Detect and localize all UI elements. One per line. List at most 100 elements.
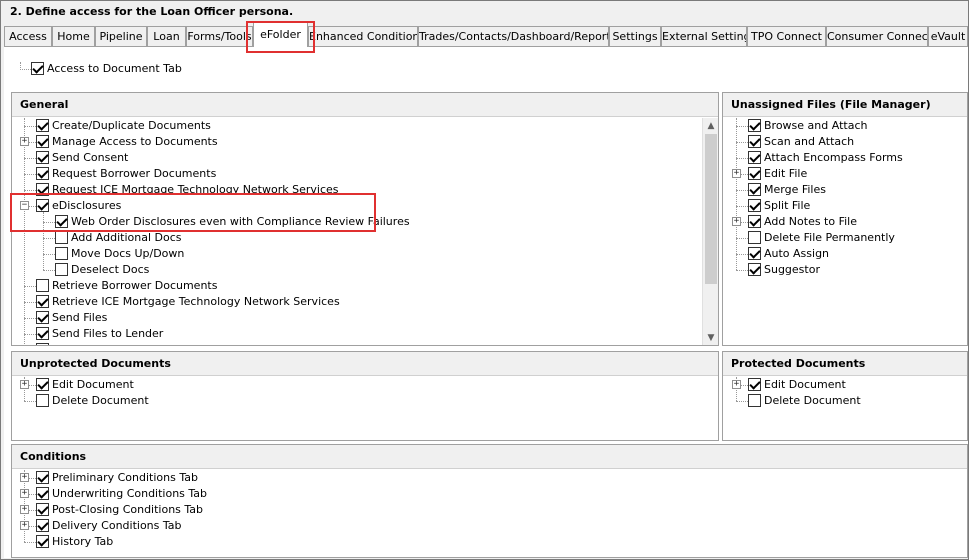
expand-icon[interactable]: + [20, 521, 29, 530]
checkbox[interactable] [36, 394, 49, 407]
unprotected-documents-panel: Unprotected Documents + Edit Document Dele… [11, 351, 719, 441]
expand-icon[interactable]: + [732, 380, 741, 389]
tree-item-label: Suggestor [764, 263, 820, 276]
conditions-tree[interactable]: + Preliminary Conditions Tab + Underwriting… [12, 470, 967, 557]
tree-connector [24, 190, 36, 191]
unassigned-files-tree[interactable]: Browse and Attach Scan and Attach Attach E… [723, 118, 967, 345]
tree-item-label: Scan and Attach [764, 135, 855, 148]
checkbox[interactable] [748, 378, 761, 391]
tree-connector [736, 270, 748, 271]
tree-item-label: Delete Document [52, 394, 149, 407]
tab-bar: Access Home Pipeline Loan Forms/Tools eFolder… [4, 22, 968, 47]
edisclosures-highlight [10, 193, 376, 232]
expand-icon[interactable]: + [20, 489, 29, 498]
tree-connector [20, 69, 31, 70]
tab-external-settings[interactable]: External Settings [661, 26, 747, 46]
tree-item-label: Merge Files [764, 183, 826, 196]
checkbox[interactable] [36, 135, 49, 148]
tree-item-label: Delivery Conditions Tab [52, 519, 182, 532]
checkbox[interactable] [748, 199, 761, 212]
general-scrollbar[interactable]: ▲ ▼ [702, 118, 718, 345]
checkbox[interactable] [748, 167, 761, 180]
unassigned-files-panel-title: Unassigned Files (File Manager) [723, 93, 967, 117]
tree-connector [736, 206, 748, 207]
expand-icon[interactable]: + [20, 473, 29, 482]
tree-item-label: Send Consent [52, 151, 129, 164]
checkbox[interactable] [36, 503, 49, 516]
checkbox[interactable] [748, 215, 761, 228]
tree-connector [736, 126, 748, 127]
access-to-document-tab-checkbox[interactable] [31, 62, 44, 75]
tree-connector [24, 158, 36, 159]
checkbox[interactable] [36, 151, 49, 164]
tab-home[interactable]: Home [52, 26, 95, 46]
tree-connector [736, 238, 748, 239]
tab-evault[interactable]: eVault [928, 26, 968, 46]
expand-icon[interactable]: + [20, 137, 29, 146]
checkbox[interactable] [748, 151, 761, 164]
tree-connector [736, 401, 748, 402]
tree-connector [24, 118, 25, 345]
checkbox[interactable] [748, 263, 761, 276]
tree-item-label: Delete File Permanently [764, 231, 895, 244]
checkbox[interactable] [36, 279, 49, 292]
tree-connector [24, 401, 36, 402]
protected-documents-tree[interactable]: + Edit Document Delete Document [723, 377, 967, 440]
checkbox[interactable] [36, 327, 49, 340]
tree-item-label: Create/Duplicate Documents [52, 119, 211, 132]
unprotected-documents-title: Unprotected Documents [12, 352, 718, 376]
checkbox[interactable] [55, 247, 68, 260]
checkbox[interactable] [748, 231, 761, 244]
checkbox[interactable] [36, 535, 49, 548]
checkbox[interactable] [55, 263, 68, 276]
tab-settings[interactable]: Settings [609, 26, 661, 46]
tree-connector [736, 190, 748, 191]
checkbox[interactable] [748, 394, 761, 407]
tree-item-label: Send Files to Lender [52, 327, 164, 340]
checkbox[interactable] [36, 343, 49, 345]
tab-trades-contacts-dashboard-reports[interactable]: Trades/Contacts/Dashboard/Reports [418, 26, 609, 46]
tree-item-label: Deselect Docs [71, 263, 150, 276]
tree-connector [24, 286, 36, 287]
scroll-thumb[interactable] [705, 134, 717, 284]
expand-icon[interactable]: + [20, 380, 29, 389]
expand-icon[interactable]: + [732, 169, 741, 178]
tree-item-label: Split File [764, 199, 811, 212]
tree-item-label: Attach Encompass Forms [764, 151, 903, 164]
checkbox[interactable] [36, 471, 49, 484]
tree-connector [736, 254, 748, 255]
tab-access[interactable]: Access [4, 26, 52, 46]
checkbox[interactable] [748, 247, 761, 260]
checkbox[interactable] [748, 135, 761, 148]
tree-item-label: Retrieve ICE Mortgage Technology Network… [52, 295, 340, 308]
tab-consumer-connect[interactable]: Consumer Connect [826, 26, 928, 46]
tab-tpo-connect[interactable]: TPO Connect [747, 26, 826, 46]
efolder-tab-highlight [246, 21, 315, 53]
checkbox[interactable] [36, 295, 49, 308]
tree-connector [24, 126, 36, 127]
checkbox[interactable] [36, 487, 49, 500]
tree-item-label: Retrieve Borrower Documents [52, 279, 218, 292]
scroll-up-icon[interactable]: ▲ [703, 118, 718, 134]
checkbox[interactable] [36, 378, 49, 391]
tree-connector [24, 174, 36, 175]
unprotected-documents-tree[interactable]: + Edit Document Delete Document [12, 377, 718, 440]
tab-forms-tools[interactable]: Forms/Tools [186, 26, 253, 46]
general-tree[interactable]: Create/Duplicate Documents + Manage Access… [12, 118, 702, 345]
tab-enhanced-conditions[interactable]: Enhanced Conditions [308, 26, 418, 46]
checkbox[interactable] [36, 119, 49, 132]
tree-item-label: Preliminary Conditions Tab [52, 471, 198, 484]
tab-pipeline[interactable]: Pipeline [95, 26, 147, 46]
tree-item-label: Edit Document [52, 378, 134, 391]
checkbox[interactable] [748, 183, 761, 196]
checkbox[interactable] [36, 311, 49, 324]
expand-icon[interactable]: + [732, 217, 741, 226]
checkbox[interactable] [748, 119, 761, 132]
checkbox[interactable] [55, 231, 68, 244]
scroll-down-icon[interactable]: ▼ [703, 330, 718, 345]
expand-icon[interactable]: + [20, 505, 29, 514]
checkbox[interactable] [36, 519, 49, 532]
tree-item-label: History Tab [52, 535, 114, 548]
tab-loan[interactable]: Loan [147, 26, 186, 46]
checkbox[interactable] [36, 167, 49, 180]
